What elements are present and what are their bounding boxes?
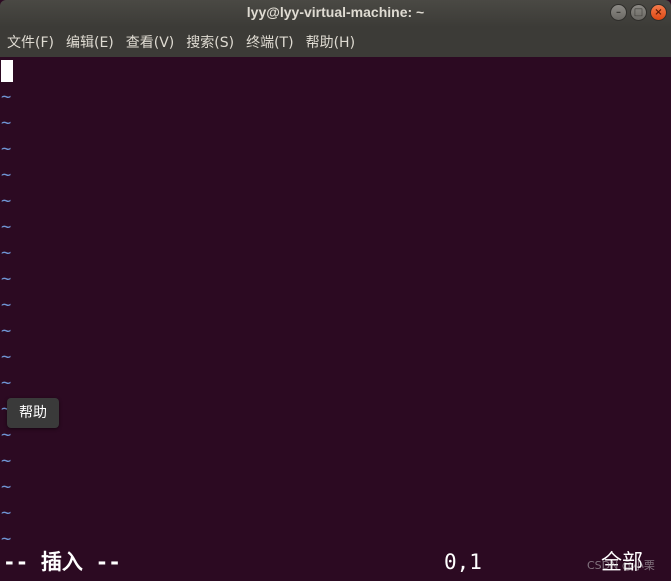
menu-edit[interactable]: 编辑(E) [60, 32, 120, 52]
help-tooltip: 帮助 [7, 398, 59, 428]
window-title: lyy@lyy-virtual-machine: ~ [246, 4, 425, 20]
watermark: CSDN @小栗 [587, 559, 655, 572]
empty-line-marker: ~ [1, 269, 12, 289]
empty-line-marker: ~ [1, 165, 12, 185]
terminal-area[interactable]: ~ ~ ~ ~ ~ ~ ~ ~ ~ ~ ~ ~ ~ ~ ~ ~ ~ ~ 帮助 -… [0, 57, 671, 581]
menu-terminal[interactable]: 终端(T) [240, 32, 299, 52]
empty-line-marker: ~ [1, 217, 12, 237]
empty-line-marker: ~ [1, 529, 12, 549]
empty-line-marker: ~ [1, 477, 12, 497]
maximize-button[interactable]: □ [630, 4, 647, 21]
empty-line-marker: ~ [1, 321, 12, 341]
empty-line-marker: ~ [1, 503, 12, 523]
empty-line-marker: ~ [1, 451, 12, 471]
insert-mode-indicator: -- 插入 -- [3, 550, 121, 574]
empty-line-marker: ~ [1, 191, 12, 211]
empty-line-marker: ~ [1, 113, 12, 133]
minimize-button[interactable]: – [610, 4, 627, 21]
menu-bar: 文件(F) 编辑(E) 查看(V) 搜索(S) 终端(T) 帮助(H) [0, 27, 671, 57]
window-titlebar[interactable]: lyy@lyy-virtual-machine: ~ – □ × [0, 0, 671, 27]
menu-view[interactable]: 查看(V) [120, 32, 181, 52]
menu-file[interactable]: 文件(F) [1, 32, 60, 52]
close-button[interactable]: × [650, 4, 667, 21]
empty-line-marker: ~ [1, 295, 12, 315]
text-cursor [1, 60, 13, 82]
empty-line-marker: ~ [1, 347, 12, 367]
empty-line-marker: ~ [1, 139, 12, 159]
menu-help[interactable]: 帮助(H) [300, 32, 361, 52]
menu-search[interactable]: 搜索(S) [180, 32, 240, 52]
empty-line-marker: ~ [1, 87, 12, 107]
cursor-position: 0,1 [444, 550, 482, 574]
empty-line-marker: ~ [1, 425, 12, 445]
empty-line-marker: ~ [1, 243, 12, 263]
window-controls: – □ × [610, 4, 667, 21]
empty-line-marker: ~ [1, 373, 12, 393]
